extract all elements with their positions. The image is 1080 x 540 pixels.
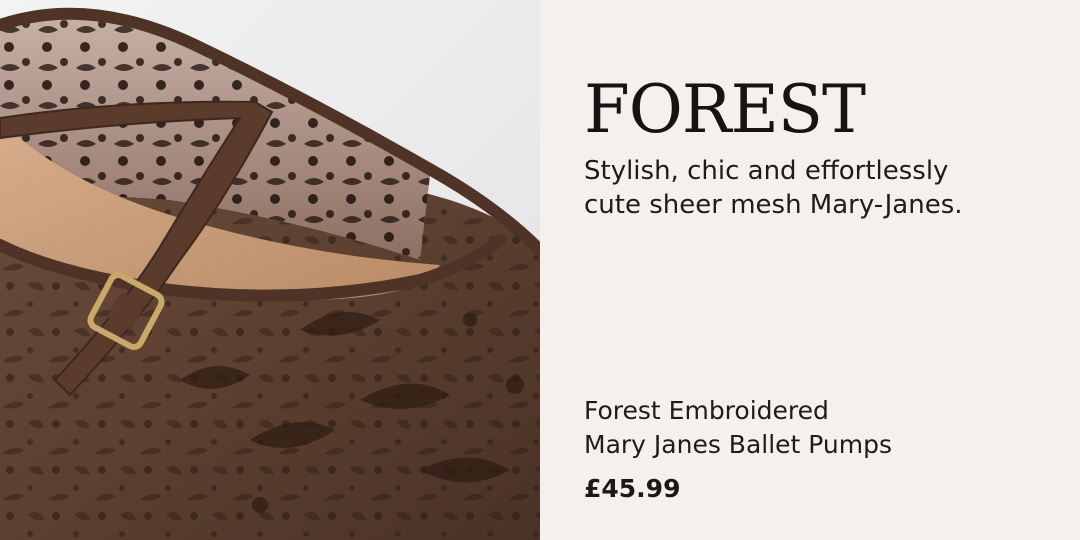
product-name[interactable]: Forest Embroidered Mary Janes Ballet Pum… <box>584 394 1024 462</box>
product-image[interactable] <box>0 0 540 540</box>
collection-title: FOREST <box>584 71 866 148</box>
product-name-line-2: Mary Janes Ballet Pumps <box>584 430 893 459</box>
tagline-line-2: cute sheer mesh Mary-Janes. <box>584 190 963 220</box>
product-name-line-1: Forest Embroidered <box>584 396 829 425</box>
product-price: £45.99 <box>584 474 681 503</box>
product-tagline: Stylish, chic and effortlessly cute shee… <box>584 154 1024 222</box>
shoe-illustration <box>0 7 540 540</box>
tagline-line-1: Stylish, chic and effortlessly <box>584 156 949 186</box>
product-banner: FOREST Stylish, chic and effortlessly cu… <box>0 0 1080 540</box>
